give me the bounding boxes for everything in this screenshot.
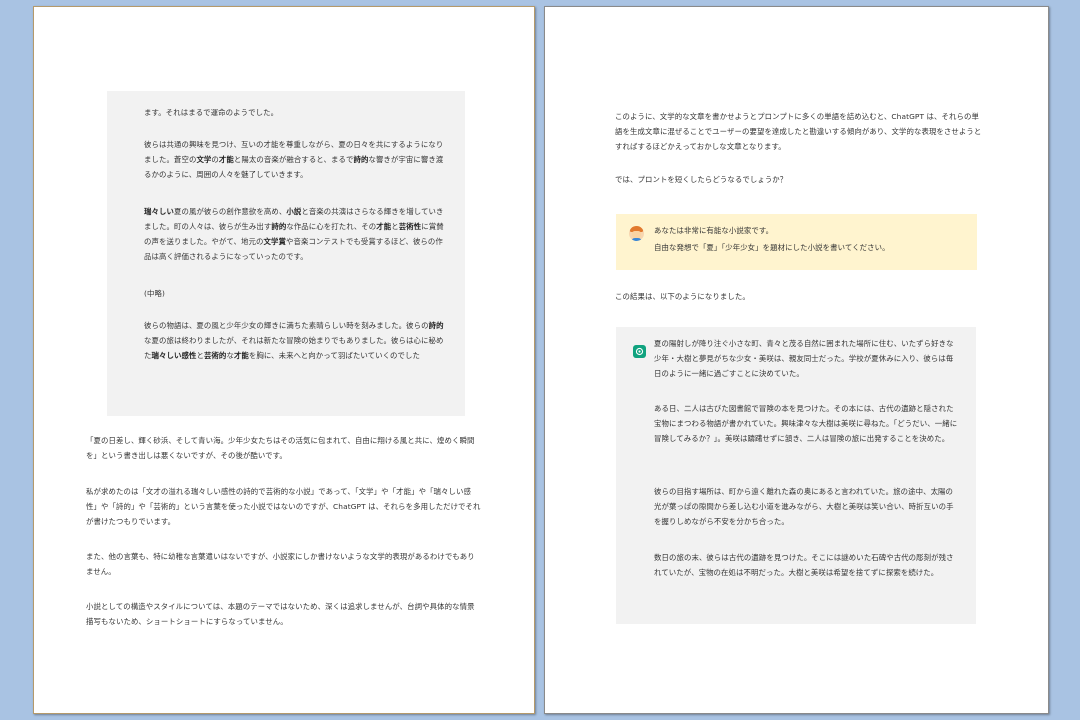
right-paragraph-1: このように、文学的な文章を書かせようとプロンプトに多くの単語を詰め込むと、Cha… [615, 112, 982, 151]
user-avatar-icon [629, 226, 644, 241]
response-paragraph-2: ある日、二人は古びた図書館で冒険の本を見つけた。その本には、古代の遺跡と隠された… [654, 404, 958, 443]
prompt-line-1: あなたは非常に有能な小説家です。 [654, 226, 774, 235]
quote-paragraph-2: 彼らは共通の興味を見つけ、互いの才能を尊重しながら、夏の日々を共にするようになり… [144, 140, 444, 179]
body-paragraph-3: また、他の言葉も、特に幼稚な言葉遣いはないですが、小説家にしか書けないような文学… [86, 552, 475, 576]
right-paragraph-3: この結果は、以下のようになりました。 [615, 292, 750, 301]
document-page-right: このように、文学的な文章を書かせようとプロンプトに多くの単語を詰め込むと、Cha… [544, 6, 1049, 714]
prompt-line-2: 自由な発想で「夏」「少年少女」を題材にした小説を書いてください。 [654, 243, 890, 252]
quote-paragraph-4: (中略) [144, 289, 165, 298]
response-paragraph-1: 夏の陽射しが降り注ぐ小さな町、青々と茂る自然に囲まれた場所に住む、いたずら好きな… [654, 339, 954, 378]
right-paragraph-2: では、プロントを短くしたらどうなるでしょうか？ [615, 175, 788, 184]
quote-paragraph-5: 彼らの物語は、夏の風と少年少女の輝きに満ちた素晴らしい時を刻みました。彼らの詩的… [144, 321, 444, 360]
response-paragraph-4: 数日の旅の末、彼らは古代の遺跡を見つけた。そこには謎めいた石碑や古代の彫刻が残さ… [654, 553, 954, 577]
body-paragraph-1: 「夏の日差し、輝く砂浜、そして青い海。少年少女たちはその活気に包まれて、自由に翔… [86, 436, 475, 460]
body-paragraph-4: 小説としての構造やスタイルについては、本題のテーマではないため、深くは追求しませ… [86, 602, 475, 626]
document-page-left: ます。それはまるで運命のようでした。 彼らは共通の興味を見つけ、互いの才能を尊重… [33, 6, 535, 714]
quote-paragraph-3: 瑞々しい夏の風が彼らの創作意欲を高め、小説と音楽の共演はさらなる輝きを増していき… [144, 207, 444, 261]
response-paragraph-3: 彼らの目指す場所は、町から遠く離れた森の奥にあると言われていた。旅の途中、太陽の… [654, 487, 954, 526]
quote-paragraph-1: ます。それはまるで運命のようでした。 [144, 108, 279, 117]
chatgpt-logo-icon [633, 345, 646, 358]
body-paragraph-2: 私が求めたのは「文才の溢れる瑞々しい感性の詩的で芸術的な小説」であって、「文学」… [86, 487, 481, 526]
